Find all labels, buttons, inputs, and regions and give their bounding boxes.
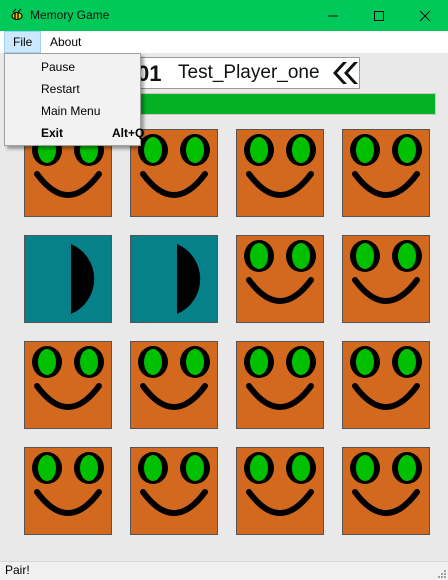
status-text: Pair! [5,563,30,577]
card-face-up[interactable] [236,447,324,535]
card-face-up[interactable] [342,341,430,429]
card-face-up[interactable] [236,341,324,429]
score-panel: 01 Test_Player_one [130,57,360,89]
smiley-face-icon [244,134,316,198]
smiley-face-icon [138,452,210,516]
menu-item-main-menu[interactable]: Main Menu [41,104,100,118]
smiley-face-icon [244,240,316,304]
card-face-up[interactable] [24,341,112,429]
close-icon [419,10,431,21]
card-face-down[interactable] [24,235,112,323]
status-bar: Pair! [0,561,448,580]
card-face-up[interactable] [342,447,430,535]
progress-bar [128,93,436,115]
card-face-up[interactable] [130,447,218,535]
smiley-face-icon [138,346,210,410]
smiley-face-icon [138,134,210,198]
smiley-face-icon [350,134,422,198]
menu-item-exit[interactable]: Exit Alt+Q [41,126,144,140]
minimize-icon [328,15,338,16]
half-moon-icon [71,244,95,314]
card-face-up[interactable] [342,235,430,323]
smiley-face-icon [32,452,104,516]
card-face-up[interactable] [130,341,218,429]
minimize-button[interactable] [310,0,356,31]
card-face-up[interactable] [236,235,324,323]
smiley-face-icon [350,452,422,516]
smiley-face-icon [244,452,316,516]
smiley-face-icon [350,346,422,410]
exit-shortcut: Alt+Q [112,126,145,140]
smiley-face-icon [244,346,316,410]
title-bar[interactable]: Memory Game [0,0,448,31]
smiley-face-icon [32,346,104,410]
smiley-face-icon [350,240,422,304]
menu-file[interactable]: File [4,31,41,53]
card-face-up[interactable] [130,129,218,217]
window-title: Memory Game [30,8,110,22]
close-button[interactable] [402,0,448,31]
progress-fill [129,94,435,114]
half-moon-icon [177,244,201,314]
card-face-up[interactable] [236,129,324,217]
file-dropdown: Pause Restart Main Menu Exit Alt+Q [4,53,144,146]
player-name: Test_Player_one [178,62,320,83]
menu-about[interactable]: About [42,31,89,53]
maximize-icon [374,10,384,21]
card-face-up[interactable] [24,447,112,535]
menu-item-exit-label: Exit [41,126,64,140]
card-face-up[interactable] [342,129,430,217]
menu-item-pause[interactable]: Pause [41,60,75,74]
resize-grip-icon[interactable] [436,568,446,578]
menu-bar: File About [0,31,448,53]
rewind-icon[interactable] [331,60,359,86]
maximize-button[interactable] [356,0,402,31]
bee-icon [11,8,23,20]
menu-item-restart[interactable]: Restart [41,82,80,96]
card-face-down[interactable] [130,235,218,323]
